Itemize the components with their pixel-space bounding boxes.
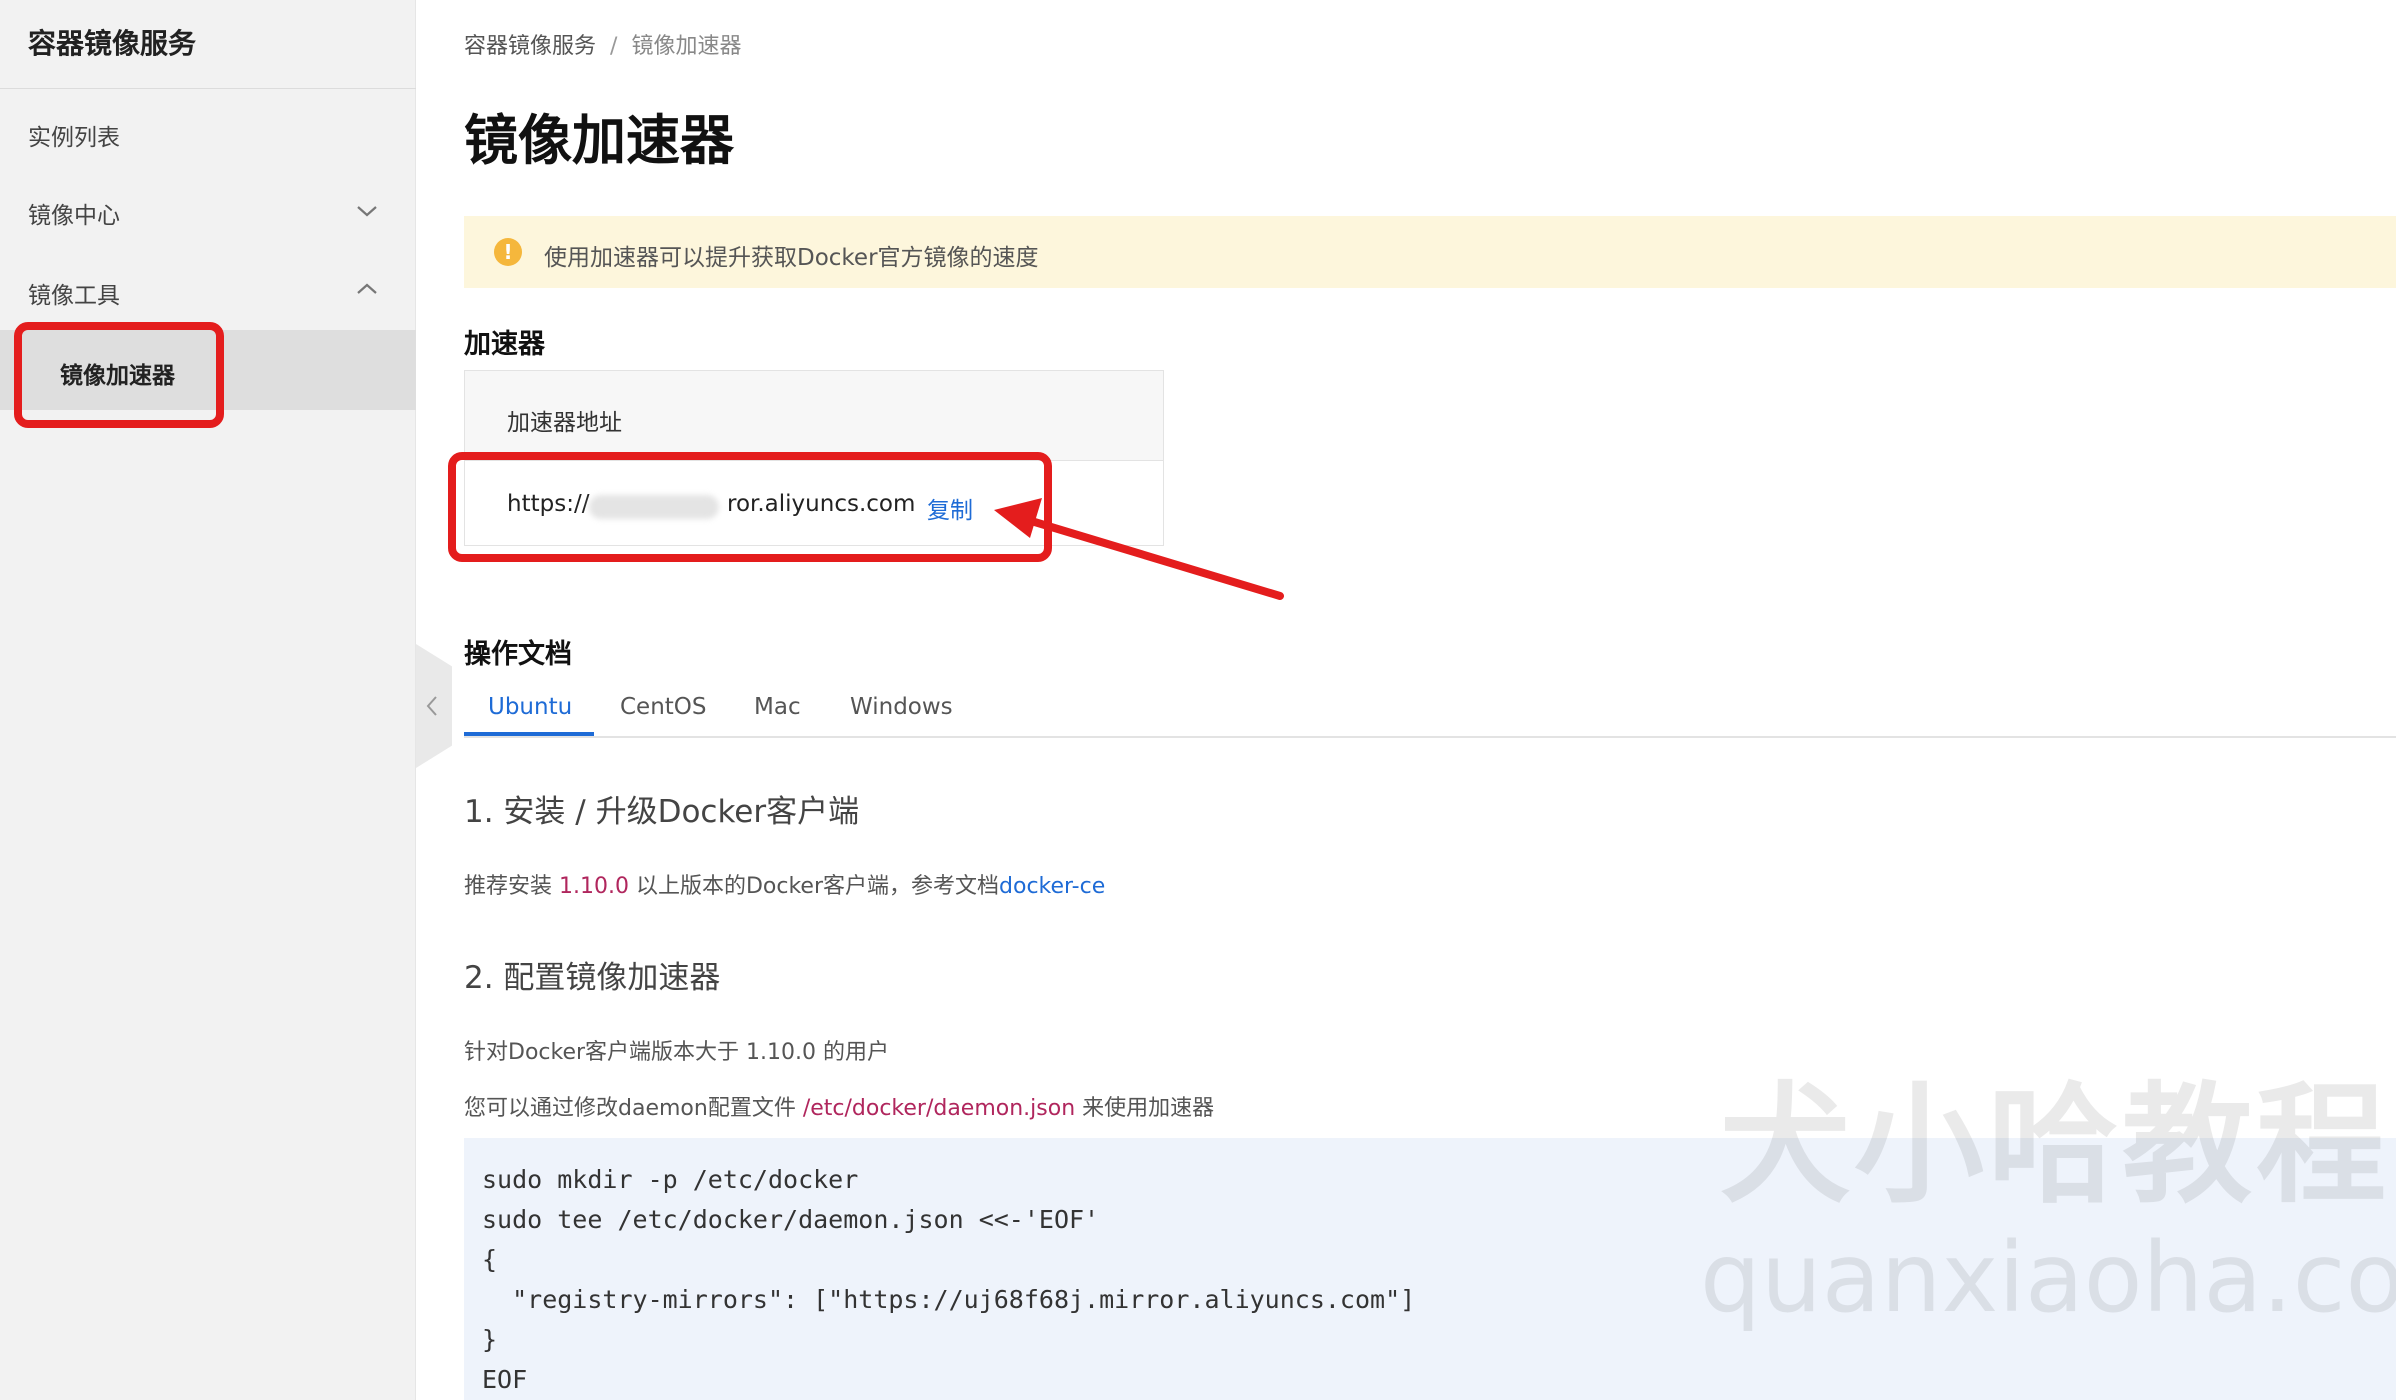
sidebar-collapse-handle[interactable] bbox=[416, 644, 452, 768]
step2-line2-b: 来使用加速器 bbox=[1075, 1096, 1215, 1121]
step1-title: 1. 安装 / 升级Docker客户端 bbox=[464, 794, 860, 830]
chevron-down-icon[interactable] bbox=[356, 200, 378, 222]
step2-line2-a: 您可以通过修改daemon配置文件 bbox=[464, 1096, 803, 1121]
tab-windows[interactable]: Windows bbox=[850, 694, 953, 720]
sidebar: 容器镜像服务 实例列表 镜像中心 镜像工具 镜像加速器 bbox=[0, 0, 416, 1400]
daemon-json-path: /etc/docker/daemon.json bbox=[802, 1096, 1076, 1121]
tab-centos[interactable]: CentOS bbox=[620, 694, 707, 720]
sidebar-item-image-tools[interactable]: 镜像工具 bbox=[28, 276, 120, 310]
breadcrumb-root[interactable]: 容器镜像服务 bbox=[464, 34, 596, 59]
notice-banner: ! 使用加速器可以提升获取Docker官方镜像的速度 bbox=[464, 216, 2396, 288]
step1-text-a: 推荐安装 bbox=[464, 874, 559, 899]
accelerator-address-label: 加速器地址 bbox=[507, 410, 622, 436]
sidebar-item-image-center[interactable]: 镜像中心 bbox=[28, 196, 120, 230]
breadcrumb-separator: / bbox=[610, 34, 618, 59]
tab-mac[interactable]: Mac bbox=[754, 694, 801, 720]
highlight-box-accelerator-url bbox=[448, 452, 1052, 562]
docker-ce-link[interactable]: docker-ce bbox=[999, 874, 1105, 899]
highlight-box-sidebar bbox=[14, 322, 224, 428]
active-tab-indicator bbox=[464, 732, 594, 736]
warning-icon: ! bbox=[494, 238, 522, 266]
page-title: 镜像加速器 bbox=[464, 109, 734, 172]
step2-line2: 您可以通过修改daemon配置文件 /etc/docker/daemon.jso… bbox=[464, 1090, 1214, 1122]
accelerator-heading: 加速器 bbox=[464, 329, 545, 360]
step2-title: 2. 配置镜像加速器 bbox=[464, 960, 721, 996]
tab-ubuntu[interactable]: Ubuntu bbox=[488, 694, 572, 720]
step2-line1: 针对Docker客户端版本大于 1.10.0 的用户 bbox=[464, 1040, 889, 1065]
chevron-up-icon[interactable] bbox=[356, 278, 378, 300]
sidebar-divider bbox=[0, 88, 416, 89]
breadcrumb: 容器镜像服务 / 镜像加速器 bbox=[464, 28, 741, 60]
watermark-en: quanxiaoha.com bbox=[1700, 1222, 2396, 1334]
chevron-left-icon bbox=[426, 696, 437, 716]
docs-heading: 操作文档 bbox=[464, 639, 572, 670]
step1-text-b: 以上版本的Docker客户端，参考文档 bbox=[628, 874, 1000, 899]
breadcrumb-current: 镜像加速器 bbox=[631, 34, 742, 59]
sidebar-title: 容器镜像服务 bbox=[28, 27, 197, 60]
watermark-cn: 犬小哈教程 bbox=[1720, 1069, 2391, 1221]
version-number: 1.10.0 bbox=[559, 874, 629, 899]
os-tabs: Ubuntu CentOS Mac Windows bbox=[464, 690, 2396, 738]
accelerator-table-header: 加速器地址 bbox=[465, 371, 1163, 461]
code-text[interactable]: sudo mkdir -p /etc/docker sudo tee /etc/… bbox=[482, 1160, 1415, 1400]
sidebar-item-instance-list[interactable]: 实例列表 bbox=[28, 118, 120, 152]
step1-text: 推荐安装 1.10.0 以上版本的Docker客户端，参考文档docker-ce bbox=[464, 868, 1105, 900]
notice-text: 使用加速器可以提升获取Docker官方镜像的速度 bbox=[544, 245, 1039, 271]
annotation-arrow bbox=[994, 498, 1284, 600]
